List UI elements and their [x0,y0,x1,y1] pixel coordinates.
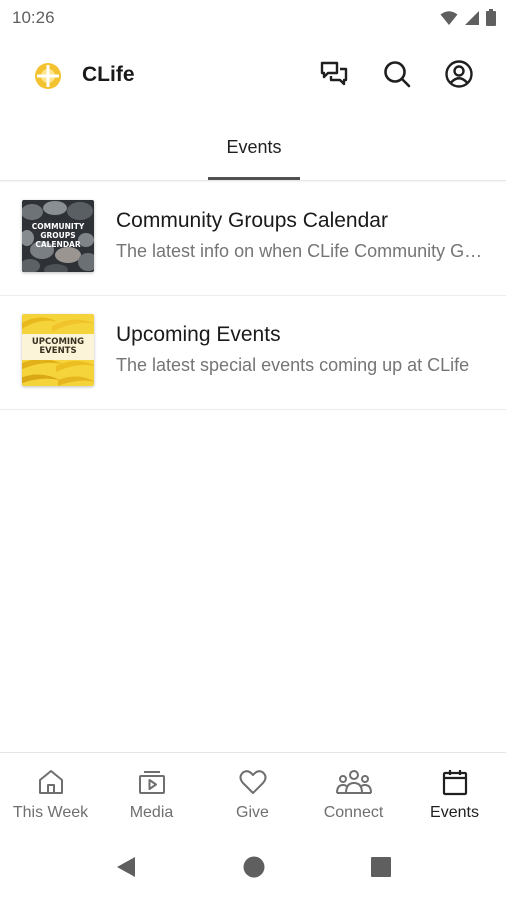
recents-icon[interactable] [368,854,394,880]
nav-give[interactable]: Give [202,753,303,835]
tab-indicator [208,177,300,180]
nav-label: Connect [323,804,384,821]
nav-label: Give [236,804,269,821]
status-time: 10:26 [12,8,55,27]
search-icon [384,61,411,88]
home-icon [39,770,63,794]
list-item-community-groups-calendar[interactable]: Community Groups Calendar Community Grou… [0,182,506,296]
app-bar: CLife [0,44,506,104]
heart-icon [239,770,267,794]
signal-icon [465,10,479,25]
community-groups-thumbnail-text: Community Groups Calendar [31,222,85,249]
list-item-upcoming-events[interactable]: Upcoming Events Upcoming Events The late… [0,296,506,410]
event-subtitle: The latest special events coming up at C… [116,355,470,375]
account-circle-icon [445,60,473,88]
nav-label: Media [129,804,174,821]
people-icon [336,770,372,794]
clife-logo-icon [35,63,61,89]
event-subtitle: The latest info on when CLife Community … [116,241,484,261]
messages-button[interactable] [318,58,350,90]
community-groups-thumbnail: Community Groups Calendar [22,200,94,272]
nav-events[interactable]: Events [404,753,505,835]
back-icon[interactable] [113,854,139,880]
system-navigation-bar [0,834,506,900]
app-title: CLife [82,63,135,86]
battery-icon [486,9,496,26]
home-circle-icon[interactable] [241,854,267,880]
nav-this-week[interactable]: This Week [0,753,101,835]
nav-media[interactable]: Media [101,753,202,835]
chat-icon [320,61,348,86]
status-icons [440,9,496,26]
upcoming-events-thumbnail: Upcoming Events [22,314,94,386]
event-title: Community Groups Calendar [116,209,388,232]
tab-bar: Events [0,128,506,181]
search-button[interactable] [381,58,413,90]
event-title: Upcoming Events [116,323,281,346]
profile-button[interactable] [443,58,475,90]
tab-events-label: Events [226,137,282,157]
wifi-icon [440,10,458,25]
media-icon [139,771,165,794]
status-bar: 10:26 [0,0,506,36]
events-list: Community Groups Calendar Community Grou… [0,182,506,410]
calendar-icon [442,770,468,796]
upcoming-events-thumbnail-text: Upcoming Events [31,337,85,356]
tab-events[interactable]: Events [208,128,300,180]
bottom-navigation: This Week Media Give Connect Events [0,752,506,835]
nav-label: This Week [12,804,89,821]
nav-connect[interactable]: Connect [303,753,404,835]
nav-label: Events [430,804,479,821]
